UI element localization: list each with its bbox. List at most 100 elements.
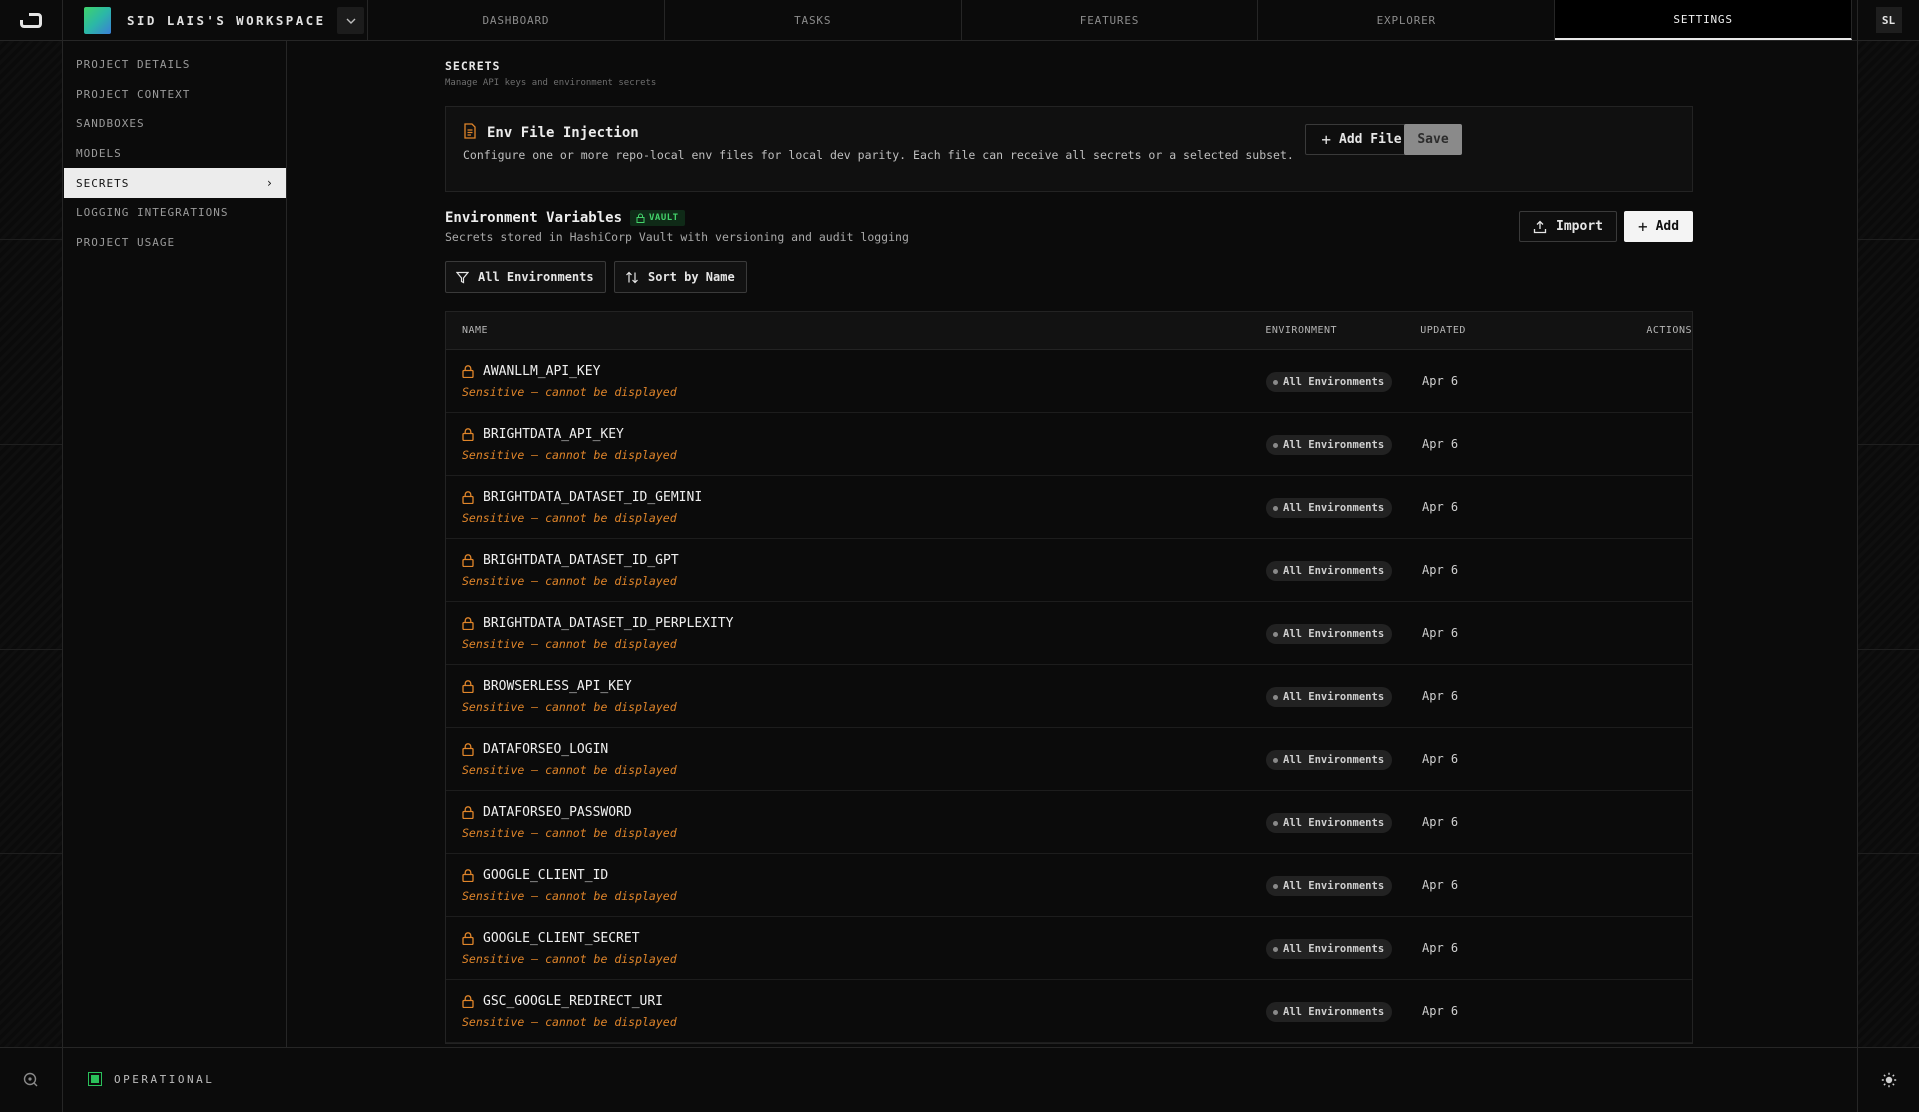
lock-icon — [462, 428, 474, 441]
table-row[interactable]: BRIGHTDATA_API_KEY Sensitive — cannot be … — [446, 413, 1692, 476]
sidebar-item-project-usage[interactable]: PROJECT USAGE — [64, 228, 286, 258]
environment-dot — [1273, 1009, 1278, 1015]
environment-dot — [1273, 568, 1278, 574]
user-menu[interactable]: SL — [1857, 0, 1919, 40]
sensitive-notice: Sensitive — cannot be displayed — [462, 1015, 677, 1029]
environment-badge: All Environments — [1266, 372, 1393, 392]
tab-dashboard[interactable]: DASHBOARD — [367, 0, 665, 40]
add-variable-button[interactable]: + Add — [1624, 211, 1693, 242]
sensitive-notice: Sensitive — cannot be displayed — [462, 700, 677, 714]
logo-button[interactable] — [0, 0, 63, 40]
lock-icon — [462, 491, 474, 504]
lock-icon — [462, 932, 474, 945]
table-row[interactable]: BRIGHTDATA_DATASET_ID_PERPLEXITY Sensitiv… — [446, 602, 1692, 665]
environment-badge: All Environments — [1266, 435, 1393, 455]
table-row[interactable]: GSC_GOOGLE_REDIRECT_URI Sensitive — canno… — [446, 980, 1692, 1043]
save-label: Save — [1417, 132, 1449, 147]
tab-explorer[interactable]: EXPLORER — [1258, 0, 1556, 40]
sidebar-item-logging-integrations[interactable]: LOGGING INTEGRATIONS — [64, 198, 286, 228]
environment-badge: All Environments — [1266, 939, 1393, 959]
table-row[interactable]: BRIGHTDATA_DATASET_ID_GPT Sensitive — can… — [446, 539, 1692, 602]
updated-date: Apr 6 — [1422, 1004, 1459, 1018]
environment-label: All Environments — [1283, 439, 1385, 451]
workspace-avatar — [84, 6, 111, 34]
help-icon — [23, 1072, 38, 1087]
environment-label: All Environments — [1283, 628, 1385, 640]
help-button[interactable] — [0, 1048, 63, 1112]
lock-icon — [462, 554, 474, 567]
secret-name-cell: GOOGLE_CLIENT_ID — [462, 868, 608, 883]
updated-date: Apr 6 — [1422, 437, 1459, 451]
tab-features[interactable]: FEATURES — [962, 0, 1259, 40]
table-row[interactable]: AWANLLM_API_KEY Sensitive — cannot be dis… — [446, 350, 1692, 413]
column-header-actions: ACTIONS — [1646, 325, 1692, 336]
env-file-title: Env File Injection — [487, 125, 639, 141]
tab-tasks[interactable]: TASKS — [665, 0, 962, 40]
chevron-down-icon — [346, 18, 355, 24]
sensitive-notice: Sensitive — cannot be displayed — [462, 448, 677, 462]
environment-dot — [1273, 442, 1278, 448]
top-bar: SID LAIS'S WORKSPACE DASHBOARD TASKS FEA… — [0, 0, 1919, 41]
environment-badge: All Environments — [1266, 876, 1393, 896]
avatar: SL — [1875, 7, 1902, 33]
environment-label: All Environments — [1283, 565, 1385, 577]
lock-icon — [636, 213, 645, 223]
theme-toggle[interactable] — [1857, 1048, 1919, 1112]
column-header-environment[interactable]: ENVIRONMENT — [1265, 325, 1420, 336]
environment-dot — [1273, 505, 1278, 511]
lock-icon — [462, 617, 474, 630]
environment-label: All Environments — [1283, 502, 1385, 514]
secret-name-cell: GSC_GOOGLE_REDIRECT_URI — [462, 994, 663, 1009]
workspace-switcher[interactable]: SID LAIS'S WORKSPACE — [63, 0, 361, 40]
column-header-name[interactable]: NAME — [446, 325, 1265, 336]
table-row[interactable]: BRIGHTDATA_DATASET_ID_GEMINI Sensitive — … — [446, 476, 1692, 539]
sidebar-item-project-context[interactable]: PROJECT CONTEXT — [64, 80, 286, 110]
sensitive-notice: Sensitive — cannot be displayed — [462, 763, 677, 777]
column-header-updated[interactable]: UPDATED — [1420, 325, 1620, 336]
table-header: NAME ENVIRONMENT UPDATED ACTIONS — [446, 312, 1692, 350]
sidebar-item-secrets[interactable]: SECRETS › — [64, 168, 286, 198]
add-file-button[interactable]: + Add File — [1305, 124, 1418, 155]
secret-name-cell: BROWSERLESS_API_KEY — [462, 679, 632, 694]
environment-dot — [1273, 820, 1278, 826]
environment-label: All Environments — [1283, 376, 1385, 388]
table-row[interactable]: GOOGLE_CLIENT_ID Sensitive — cannot be di… — [446, 854, 1692, 917]
sidebar-item-project-details[interactable]: PROJECT DETAILS — [64, 50, 286, 80]
env-vars-subtitle: Secrets stored in HashiCorp Vault with v… — [445, 230, 909, 244]
environment-dot — [1273, 631, 1278, 637]
workspace-dropdown-button[interactable] — [337, 7, 364, 34]
table-row[interactable]: GOOGLE_CLIENT_SECRET Sensitive — cannot b… — [446, 917, 1692, 980]
sensitive-notice: Sensitive — cannot be displayed — [462, 574, 677, 588]
sensitive-notice: Sensitive — cannot be displayed — [462, 952, 677, 966]
secret-name: BRIGHTDATA_DATASET_ID_GEMINI — [483, 490, 703, 505]
sidebar-item-models[interactable]: MODELS — [64, 139, 286, 169]
sensitive-notice: Sensitive — cannot be displayed — [462, 385, 677, 399]
logo-icon — [20, 12, 42, 28]
table-row[interactable]: BROWSERLESS_API_KEY Sensitive — cannot be… — [446, 665, 1692, 728]
plus-icon: + — [1321, 130, 1331, 149]
table-row[interactable]: DATAFORSEO_LOGIN Sensitive — cannot be di… — [446, 728, 1692, 791]
environment-dot — [1273, 883, 1278, 889]
secret-name: DATAFORSEO_LOGIN — [483, 742, 609, 757]
secret-name: BRIGHTDATA_DATASET_ID_PERPLEXITY — [483, 616, 734, 631]
vault-badge-label: VAULT — [649, 213, 679, 223]
import-button[interactable]: Import — [1519, 211, 1617, 242]
sidebar-item-label: SECRETS — [76, 176, 130, 190]
environment-dot — [1273, 757, 1278, 763]
tab-settings[interactable]: SETTINGS — [1555, 0, 1852, 40]
filter-label: All Environments — [478, 270, 594, 284]
sidebar-item-sandboxes[interactable]: SANDBOXES — [64, 109, 286, 139]
environment-badge: All Environments — [1266, 813, 1393, 833]
sensitive-notice: Sensitive — cannot be displayed — [462, 889, 677, 903]
environment-filter[interactable]: All Environments — [445, 261, 606, 293]
sensitive-notice: Sensitive — cannot be displayed — [462, 637, 677, 651]
environment-badge: All Environments — [1266, 750, 1393, 770]
sensitive-notice: Sensitive — cannot be displayed — [462, 511, 677, 525]
table-row[interactable]: DATAFORSEO_PASSWORD Sensitive — cannot be… — [446, 791, 1692, 854]
sort-button[interactable]: Sort by Name — [614, 261, 747, 293]
env-file-description: Configure one or more repo-local env fil… — [463, 148, 1294, 162]
save-button[interactable]: Save — [1404, 124, 1462, 155]
lock-icon — [462, 869, 474, 882]
sidebar-item-label: PROJECT USAGE — [76, 235, 176, 249]
secret-name-cell: DATAFORSEO_LOGIN — [462, 742, 608, 757]
